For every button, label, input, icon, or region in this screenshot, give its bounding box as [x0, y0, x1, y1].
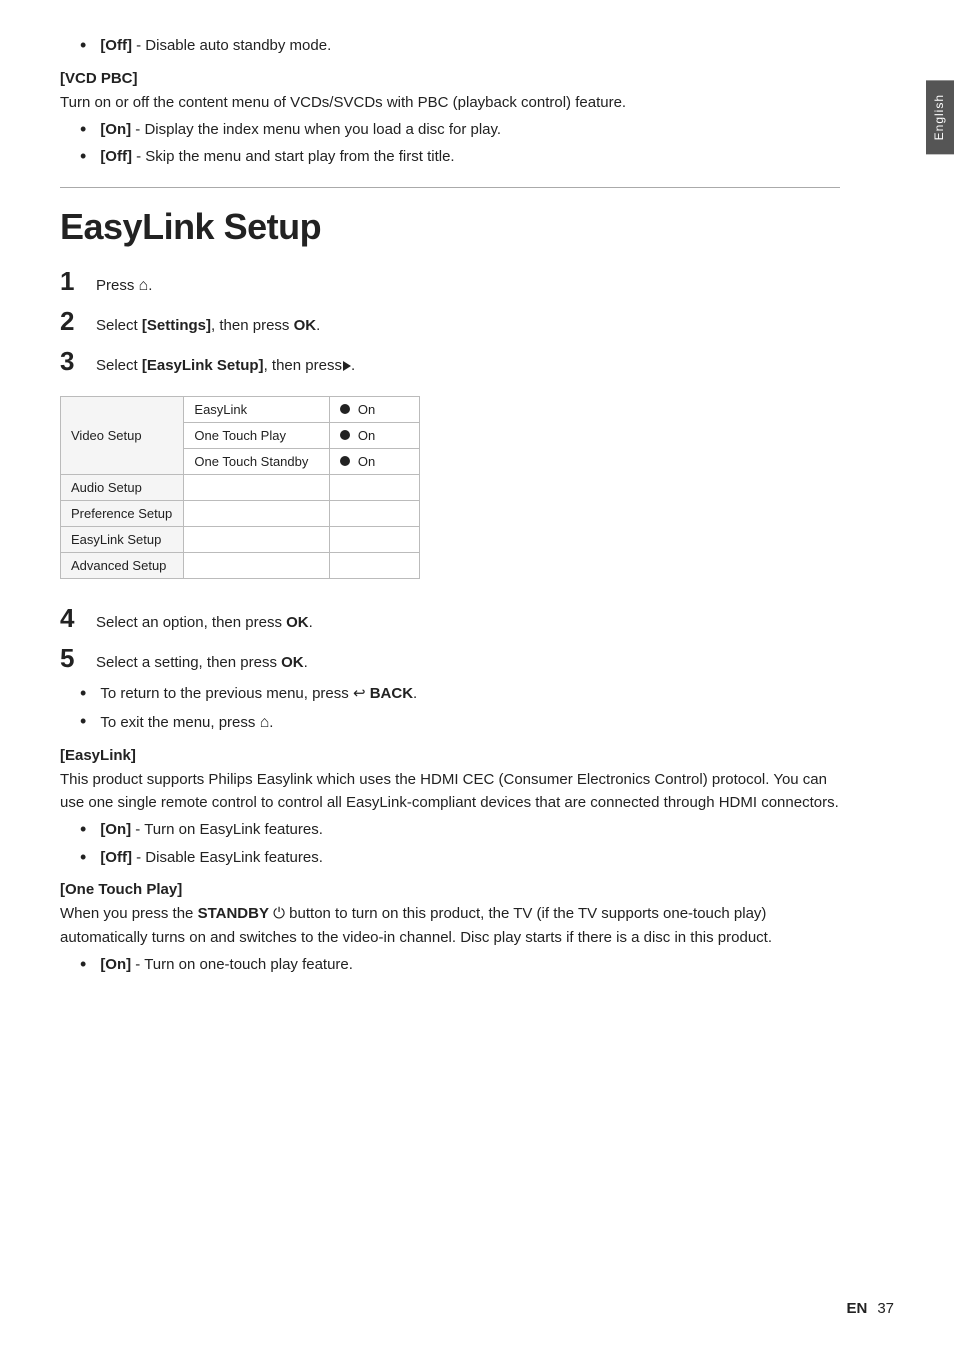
- sub-bullet-back-text: To return to the previous menu, press ↩ …: [100, 683, 417, 706]
- step-3: 3 Select [EasyLink Setup], then press.: [60, 346, 840, 378]
- dot-filled: [340, 430, 350, 440]
- side-tab-label: English: [932, 94, 946, 140]
- table-cell-audio-setup: Audio Setup: [61, 475, 184, 501]
- step-2-num: 2: [60, 306, 96, 337]
- page-number: 37: [877, 1300, 894, 1317]
- bullet-dot: •: [80, 819, 86, 841]
- arrow-right-icon: [343, 361, 351, 371]
- step-3-text: Select [EasyLink Setup], then press.: [96, 354, 355, 378]
- step-1: 1 Press ⌂.: [60, 266, 840, 299]
- table-cell-advanced-setup: Advanced Setup: [61, 553, 184, 579]
- table-row: Audio Setup: [61, 475, 420, 501]
- step-5: 5 Select a setting, then press OK.: [60, 643, 840, 675]
- table-cell-audio-val: [330, 475, 420, 501]
- page-number-row: EN 37: [846, 1300, 894, 1317]
- easylink-description: This product supports Philips Easylink w…: [60, 768, 840, 815]
- bullet-dot: •: [80, 146, 86, 168]
- step-1-num: 1: [60, 266, 96, 297]
- vcd-pbc-section: [VCD PBC] Turn on or off the content men…: [60, 70, 840, 169]
- easylink-heading: [EasyLink]: [60, 747, 840, 764]
- bullet-dot: •: [80, 683, 86, 705]
- step-2-text: Select [Settings], then press OK.: [96, 314, 320, 338]
- dot-filled: [340, 456, 350, 466]
- section-divider: [60, 187, 840, 188]
- table-cell-easylink-item: [184, 527, 330, 553]
- bullet-dot: •: [80, 954, 86, 976]
- vcd-pbc-off-text: [Off] - Skip the menu and start play fro…: [100, 146, 454, 169]
- table-cell-adv-item: [184, 553, 330, 579]
- one-touch-play-section: [One Touch Play] When you press the STAN…: [60, 881, 840, 976]
- table-cell-otp-val: On: [330, 423, 420, 449]
- standby-icon: ⏻: [269, 905, 285, 922]
- one-touch-play-heading: [One Touch Play]: [60, 881, 840, 898]
- step-1-text: Press ⌂.: [96, 273, 152, 299]
- vcd-pbc-description: Turn on or off the content menu of VCDs/…: [60, 91, 840, 114]
- step-3-num: 3: [60, 346, 96, 377]
- vcd-pbc-on-text: [On] - Display the index menu when you l…: [100, 119, 501, 142]
- easylink-on: • [On] - Turn on EasyLink features.: [80, 819, 840, 842]
- vcd-pbc-heading: [VCD PBC]: [60, 70, 840, 87]
- table-cell-easylink-val: On: [330, 397, 420, 423]
- table-row: EasyLink Setup: [61, 527, 420, 553]
- vcd-pbc-off: • [Off] - Skip the menu and start play f…: [80, 146, 840, 169]
- table-row: Advanced Setup: [61, 553, 420, 579]
- step-2: 2 Select [Settings], then press OK.: [60, 306, 840, 338]
- intro-bullet-off: • [Off] - Disable auto standby mode.: [80, 35, 840, 58]
- dot-filled: [340, 404, 350, 414]
- table-row: Video Setup EasyLink On: [61, 397, 420, 423]
- back-icon: ↩: [353, 685, 366, 702]
- easylink-setup-heading: EasyLink Setup: [60, 206, 840, 248]
- home-icon-2: ⌂: [260, 714, 270, 731]
- table-cell-pref-item: [184, 501, 330, 527]
- otp-on: • [On] - Turn on one-touch play feature.: [80, 954, 840, 977]
- easylink-off: • [Off] - Disable EasyLink features.: [80, 847, 840, 870]
- home-icon: ⌂: [139, 277, 149, 294]
- table-cell-ots-val: On: [330, 449, 420, 475]
- sub-bullet-exit-text: To exit the menu, press ⌂.: [100, 711, 273, 735]
- en-label: EN: [846, 1300, 867, 1317]
- step-4-num: 4: [60, 603, 96, 634]
- bullet-dot: •: [80, 35, 86, 57]
- intro-bullet-text: [Off] - Disable auto standby mode.: [100, 35, 331, 58]
- easylink-off-text: [Off] - Disable EasyLink features.: [100, 847, 323, 870]
- table-cell-easylink: EasyLink: [184, 397, 330, 423]
- table-row: Preference Setup: [61, 501, 420, 527]
- sub-bullet-back: • To return to the previous menu, press …: [80, 683, 840, 706]
- one-touch-play-description: When you press the STANDBY ⏻ button to t…: [60, 902, 840, 949]
- table-cell-one-touch-standby: One Touch Standby: [184, 449, 330, 475]
- settings-table: Video Setup EasyLink On One Touch Play O…: [60, 396, 420, 579]
- table-cell-adv-val: [330, 553, 420, 579]
- step-4-text: Select an option, then press OK.: [96, 611, 313, 635]
- step-5-num: 5: [60, 643, 96, 674]
- easylink-section: [EasyLink] This product supports Philips…: [60, 747, 840, 870]
- sub-bullet-exit: • To exit the menu, press ⌂.: [80, 711, 840, 735]
- step-4: 4 Select an option, then press OK.: [60, 603, 840, 635]
- bullet-dot: •: [80, 711, 86, 733]
- bullet-dot: •: [80, 847, 86, 869]
- table-cell-easylink-setup: EasyLink Setup: [61, 527, 184, 553]
- vcd-pbc-on: • [On] - Display the index menu when you…: [80, 119, 840, 142]
- easylink-on-text: [On] - Turn on EasyLink features.: [100, 819, 323, 842]
- table-cell-one-touch-play: One Touch Play: [184, 423, 330, 449]
- table-cell-el-val: [330, 527, 420, 553]
- step-5-text: Select a setting, then press OK.: [96, 651, 308, 675]
- otp-on-text: [On] - Turn on one-touch play feature.: [100, 954, 353, 977]
- bullet-dot: •: [80, 119, 86, 141]
- table-cell-audio-item: [184, 475, 330, 501]
- table-cell-pref-val: [330, 501, 420, 527]
- table-cell-preference-setup: Preference Setup: [61, 501, 184, 527]
- side-tab: English: [926, 80, 954, 154]
- table-cell-video-setup: Video Setup: [61, 397, 184, 475]
